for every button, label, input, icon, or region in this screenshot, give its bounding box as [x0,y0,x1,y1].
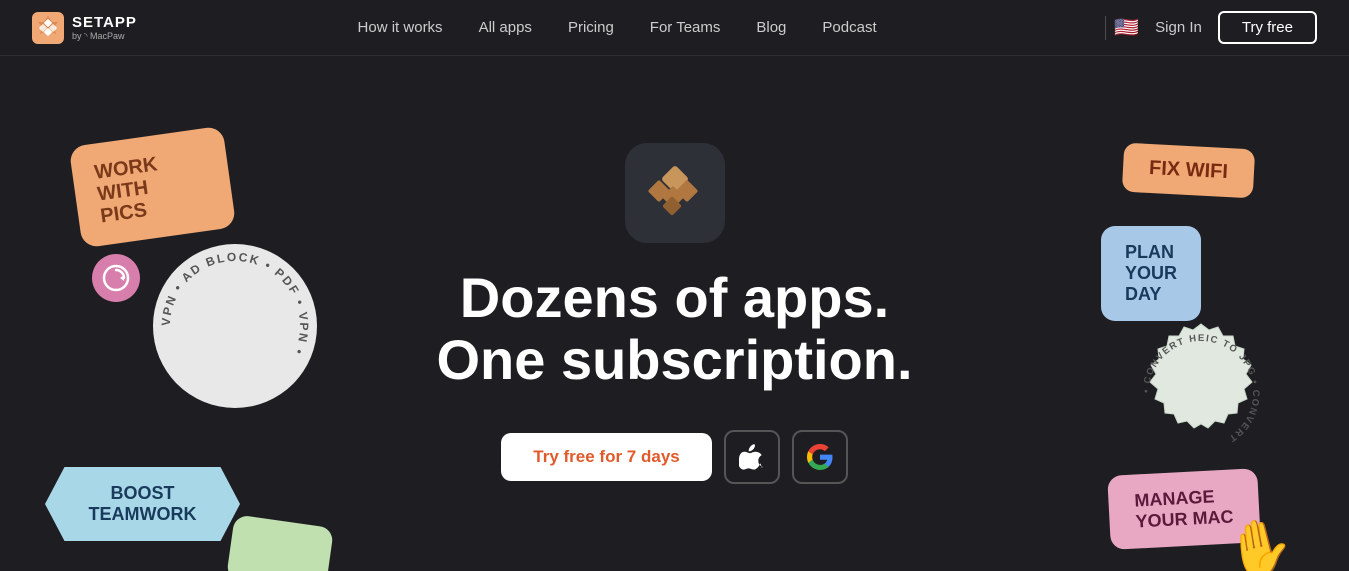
apple-icon [739,444,765,470]
setapp-logo-icon [32,12,64,44]
badge-work-pics: WORKWITHPICS [69,126,237,249]
setapp-app-icon [625,143,725,243]
nav-podcast[interactable]: Podcast [822,19,876,36]
hero-headline: Dozens of apps. One subscription. [436,267,912,390]
sign-in-link[interactable]: Sign In [1155,19,1202,36]
setapp-icon-svg [645,163,705,223]
navbar: SETAPP by ◝ MacPaw How it works All apps… [0,0,1349,56]
headline-line2: One subscription. [436,328,912,391]
circle-badge-svg: VPN • AD BLOCK • PDF • VPN • [150,241,320,411]
badge-green-shape [226,514,334,571]
hero-center: Dozens of apps. One subscription. Try fr… [436,143,912,484]
nav-blog[interactable]: Blog [756,19,786,36]
logo-macpaw-text: by ◝ MacPaw [72,31,137,42]
logo-setapp-text: SETAPP [72,14,137,31]
main-nav: How it works All apps Pricing For Teams … [358,19,877,36]
refresh-icon [101,263,131,293]
google-icon [807,444,833,470]
try-free-main-button[interactable]: Try free for 7 days [501,433,711,481]
badge-plan-your-day: PLANYOURDAY [1101,226,1201,321]
navbar-right: 🇺🇸 Sign In Try free [1114,11,1317,44]
try-free-nav-button[interactable]: Try free [1218,11,1317,44]
logo-link[interactable]: SETAPP by ◝ MacPaw [32,12,137,44]
badge-pink-circle [92,254,140,302]
nav-divider [1105,16,1106,40]
badge-fix-wifi: FIX WIFI [1122,143,1255,199]
language-flag-icon[interactable]: 🇺🇸 [1114,15,1139,40]
hero-section: WORKWITHPICS VPN • AD BLOCK • PDF • VPN … [0,56,1349,571]
nav-how-it-works[interactable]: How it works [358,19,443,36]
badge-boost-teamwork: BOOSTTEAMWORK [45,467,240,541]
hero-actions: Try free for 7 days [501,430,847,484]
apple-platform-button[interactable] [724,430,780,484]
google-platform-button[interactable] [792,430,848,484]
nav-pricing[interactable]: Pricing [568,19,614,36]
badge-circle-container: VPN • AD BLOCK • PDF • VPN • [150,241,320,416]
nav-all-apps[interactable]: All apps [479,19,532,36]
convert-badge-svg: • CONVERT HEIC TO JPG • CONVERT [1124,316,1279,471]
hand-decoration: ✋ [1220,511,1299,571]
headline-line1: Dozens of apps. [460,266,889,329]
nav-for-teams[interactable]: For Teams [650,19,721,36]
badge-convert-circle: • CONVERT HEIC TO JPG • CONVERT [1124,316,1279,476]
